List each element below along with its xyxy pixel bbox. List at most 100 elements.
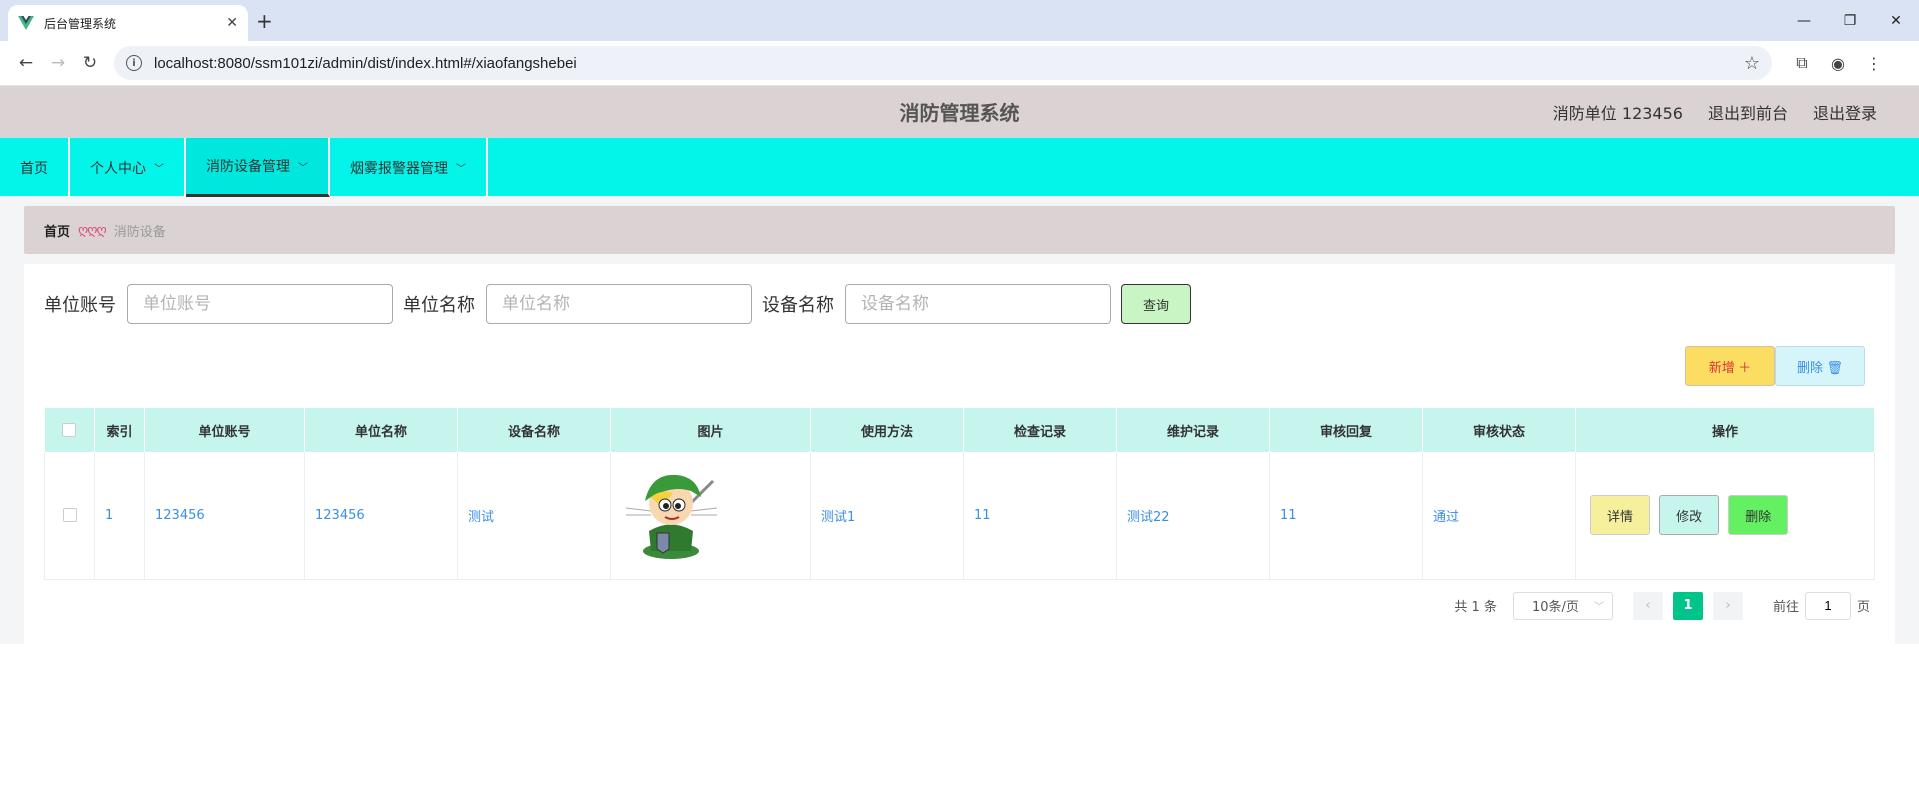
row-select-cell[interactable] (44, 452, 95, 580)
column-header: 审核回复 (1269, 408, 1423, 452)
page-number-current[interactable]: 1 (1672, 591, 1703, 620)
page-size-select[interactable]: 10条/页 ﹀ (1512, 591, 1613, 620)
search-form: 单位账号 单位名称 设备名称 查询 (44, 284, 1875, 324)
unit-name-label: 单位名称 (403, 295, 475, 316)
column-header: 图片 (610, 408, 811, 452)
cell-index: 1 (94, 452, 145, 580)
cell-unit-account: 123456 (144, 452, 305, 580)
menu-item-device-management[interactable]: 消防设备管理 ﹀ (186, 138, 330, 197)
browser-tabstrip: 后台管理系统 ✕ + — ❐ ✕ (0, 0, 1919, 41)
current-user: 消防单位 123456 (1552, 103, 1683, 123)
column-header: 检查记录 (963, 408, 1117, 452)
menu-item-personal-center[interactable]: 个人中心 ﹀ (70, 138, 186, 197)
cell-maintenance: 测试22 (1116, 452, 1270, 580)
goto-suffix: 页 (1856, 600, 1870, 615)
browser-tab[interactable]: 后台管理系统 ✕ (8, 5, 248, 41)
url-text[interactable]: localhost:8080/ssm101zi/admin/dist/index… (154, 55, 1744, 72)
goto-page-input[interactable] (1804, 591, 1851, 620)
unit-name-input[interactable] (486, 284, 752, 324)
cell-inspection: 11 (963, 452, 1117, 580)
back-icon[interactable]: ← (10, 47, 42, 79)
profile-icon[interactable]: ◉ (1820, 47, 1856, 79)
select-all-checkbox[interactable] (62, 423, 77, 437)
chevron-down-icon: ﹀ (298, 162, 308, 174)
edit-button[interactable]: 修改 (1659, 495, 1720, 536)
query-button[interactable]: 查询 (1121, 284, 1191, 324)
device-image[interactable] (621, 463, 721, 563)
reload-icon[interactable]: ↻ (74, 47, 106, 79)
forward-icon[interactable]: → (42, 47, 74, 79)
column-header: 使用方法 (810, 408, 964, 452)
pager-total: 共 1 条 (1454, 600, 1497, 615)
table-header-row: 索引 单位账号 单位名称 设备名称 图片 使用方法 检查记录 维护记录 审核回复… (44, 408, 1875, 452)
device-name-label: 设备名称 (762, 295, 834, 316)
breadcrumb-home[interactable]: 首页 (44, 221, 70, 240)
unit-account-label: 单位账号 (44, 295, 116, 316)
device-table: 索引 单位账号 单位名称 设备名称 图片 使用方法 检查记录 维护记录 审核回复… (44, 408, 1875, 580)
breadcrumb: 首页 ღღღ 消防设备 (24, 206, 1895, 254)
close-tab-icon[interactable]: ✕ (226, 15, 238, 31)
app-title: 消防管理系统 (899, 101, 1020, 125)
cell-review-reply: 11 (1269, 452, 1423, 580)
next-page-button[interactable]: › (1712, 591, 1743, 620)
goto-page: 前往 页 (1772, 591, 1870, 620)
goto-prefix: 前往 (1772, 600, 1799, 615)
chevron-down-icon: ﹀ (154, 164, 164, 175)
column-header: 设备名称 (457, 408, 611, 452)
page-size-value: 10条/页 (1531, 600, 1579, 615)
vue-logo-icon (18, 16, 34, 30)
batch-delete-button[interactable]: 删除 🗑 (1775, 346, 1865, 386)
menu-item-label: 首页 (20, 160, 48, 177)
restore-icon[interactable]: ❐ (1827, 0, 1873, 41)
cell-unit-name: 123456 (304, 452, 458, 580)
cell-review-status: 通过 (1422, 452, 1576, 580)
menu-item-home[interactable]: 首页 (0, 138, 70, 197)
breadcrumb-current: 消防设备 (113, 224, 166, 240)
prev-page-button[interactable]: ‹ (1632, 591, 1663, 620)
logout-link[interactable]: 退出登录 (1813, 100, 1877, 124)
list-panel: 单位账号 单位名称 设备名称 查询 新增 ＋ 删除 🗑 索引 单位账号 单位名称… (24, 264, 1895, 644)
cell-device-name: 测试 (457, 452, 611, 580)
window-controls: — ❐ ✕ (1781, 0, 1919, 41)
column-header: 审核状态 (1422, 408, 1576, 452)
cell-usage: 测试1 (810, 452, 964, 580)
window-close-icon[interactable]: ✕ (1873, 0, 1919, 41)
address-bar[interactable]: i localhost:8080/ssm101zi/admin/dist/ind… (114, 46, 1772, 80)
to-front-link[interactable]: 退出到前台 (1708, 100, 1788, 124)
action-bar: 新增 ＋ 删除 🗑 (44, 346, 1865, 386)
media-icon[interactable]: ⧉ (1784, 47, 1820, 79)
menu-item-smoke-alarm-management[interactable]: 烟雾报警器管理 ﹀ (330, 138, 488, 197)
pagination: 共 1 条 10条/页 ﹀ ‹ 1 › 前往 页 (44, 591, 1875, 620)
column-header: 索引 (94, 408, 145, 452)
more-menu-icon[interactable]: ⋮ (1856, 47, 1892, 79)
column-header: 维护记录 (1116, 408, 1270, 452)
chevron-down-icon: ﹀ (1593, 602, 1604, 613)
tab-title: 后台管理系统 (44, 16, 117, 31)
browser-toolbar: ← → ↻ i localhost:8080/ssm101zi/admin/di… (0, 41, 1919, 86)
detail-button[interactable]: 详情 (1590, 495, 1650, 536)
column-header: 单位账号 (144, 408, 305, 452)
site-info-icon[interactable]: i (126, 55, 142, 71)
breadcrumb-separator: ღღღ (78, 222, 107, 238)
select-all-header[interactable] (44, 408, 95, 452)
unit-account-input[interactable] (127, 284, 393, 324)
cell-operations: 详情 修改 删除 (1575, 452, 1875, 580)
menu-item-label: 烟雾报警器管理 (350, 160, 448, 177)
main-content: 首页 ღღღ 消防设备 单位账号 单位名称 设备名称 查询 新增 ＋ 删除 🗑 … (0, 196, 1919, 644)
cell-image (610, 452, 811, 580)
chevron-down-icon: ﹀ (456, 164, 466, 175)
row-checkbox[interactable] (62, 508, 77, 523)
column-header: 操作 (1575, 408, 1875, 452)
minimize-icon[interactable]: — (1781, 0, 1827, 41)
menu-item-label: 消防设备管理 (206, 159, 290, 175)
column-header: 单位名称 (304, 408, 458, 452)
app-header: 消防管理系统 消防单位 123456 退出到前台 退出登录 (0, 86, 1919, 137)
new-tab-icon[interactable]: + (256, 9, 273, 33)
device-name-input[interactable] (845, 284, 1111, 324)
bookmark-star-icon[interactable]: ☆ (1744, 53, 1760, 74)
add-button[interactable]: 新增 ＋ (1685, 346, 1775, 386)
top-menu: 首页 个人中心 ﹀ 消防设备管理 ﹀ 烟雾报警器管理 ﹀ (0, 137, 1919, 197)
menu-item-label: 个人中心 (90, 160, 146, 177)
table-row: 1 123456 123456 测试 测试1 11 测试22 11 通过 详情 … (44, 452, 1875, 580)
delete-button[interactable]: 删除 (1728, 495, 1789, 536)
